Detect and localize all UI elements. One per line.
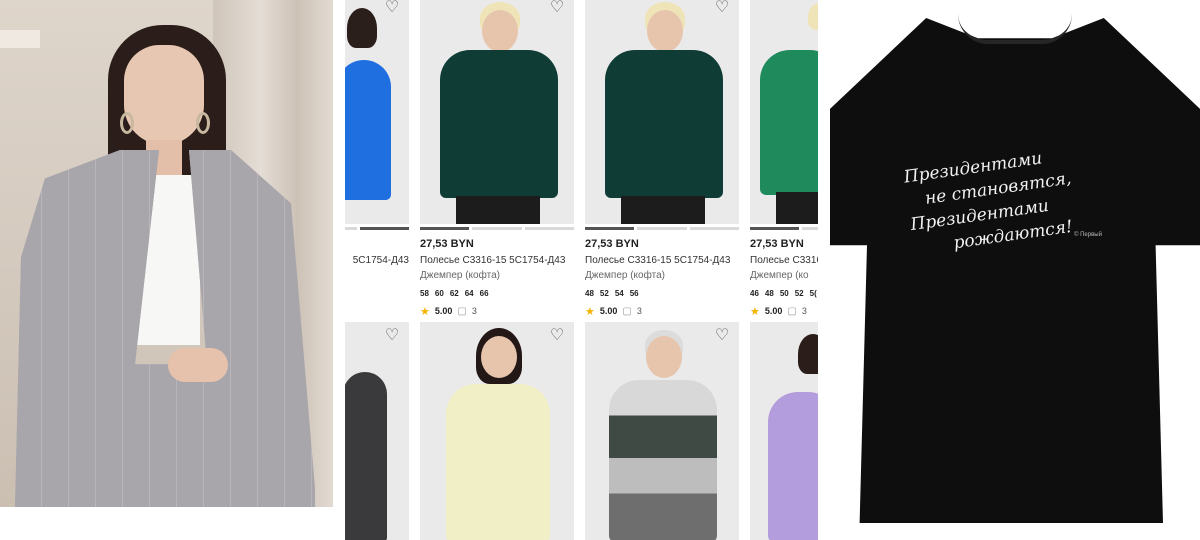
tshirt-photo[interactable]: Президентами не становятся, Президентами… [830,0,1200,540]
size-option: 48 [585,289,594,298]
product-card[interactable]: ♡ 27,53 BYN Полесье С3316-15 5С1754-Д43 … [585,0,739,318]
figure-pants [621,196,705,224]
review-count: 3 [471,306,477,316]
product-card[interactable]: ♡ [585,322,739,540]
figure-sweater [345,60,391,200]
size-list: 46 48 50 52 5( [750,289,818,300]
figure-sweater [446,384,550,540]
earring-left [120,112,134,134]
shelf [0,30,40,48]
heart-outline-icon[interactable]: ♡ [383,0,401,18]
product-card[interactable]: ♡ [345,322,409,540]
product-card[interactable]: ♡ [420,322,574,540]
product-photo[interactable]: ♡ [585,0,739,224]
product-title[interactable]: Полесье С3316 [750,255,818,268]
product-title[interactable]: Полесье С3316-15 5С1754-Д43 [585,255,739,268]
heart-outline-icon[interactable]: ♡ [383,328,401,346]
size-option: 48 [764,289,774,298]
size-option: 62 [449,289,459,298]
black-tshirt [830,18,1200,523]
figure-head [482,10,518,52]
star-icon: ★ [750,305,760,318]
review-count: 3 [636,306,642,316]
heart-outline-icon[interactable]: ♡ [548,328,566,346]
size-list: 58 60 62 64 66 [420,289,574,300]
heart-outline-icon[interactable]: ♡ [548,0,566,18]
product-photo[interactable]: ♡ [345,0,409,224]
earring-right [196,112,210,134]
star-icon: ★ [585,305,595,318]
figure-head [646,336,682,378]
product-photo[interactable] [750,0,818,224]
rating-value: 5.00 [599,306,618,316]
model-face [124,45,204,145]
product-price: 27,53 BYN [585,238,639,250]
brand-mark: © Первый [1074,232,1102,238]
product-card[interactable]: 27,53 BYN Полесье С3316 Джемпер (ко 46 4… [750,0,818,318]
product-price [345,238,409,252]
comment-icon: ▢ [457,305,467,317]
size-option: 50 [779,289,789,298]
rating-value: 5.00 [434,306,453,316]
promo-photo[interactable] [0,0,333,507]
product-price: 27,53 BYN [420,238,474,250]
product-category: Джемпер (кофта) [585,270,665,281]
model-hand [168,348,228,382]
collage: ♡ 5С1754-Д43 ♡ 27,53 BYN Полесье С3316-1… [0,0,1200,540]
figure-pants [456,196,540,224]
product-photo[interactable]: ♡ [420,0,574,224]
figure-dress [345,372,387,540]
heart-outline-icon[interactable]: ♡ [713,0,731,18]
figure-sweater [768,392,818,540]
product-photo[interactable]: ♡ [345,322,409,540]
size-list: 48 52 54 56 [585,289,739,300]
figure-sweater [605,50,723,198]
photo-indicator [420,227,574,230]
figure-sweater [760,50,818,195]
product-category: Джемпер (ко [750,270,809,281]
product-card[interactable]: ♡ 5С1754-Д43 [345,0,409,268]
heart-outline-icon[interactable]: ♡ [713,328,731,346]
product-price: 27,53 BYN [750,238,804,250]
comment-icon: ▢ [787,305,797,317]
size-option: 66 [479,289,489,298]
rating-value: 5.00 [764,306,783,316]
rating-row: ★ 5.00 ▢ 3 [420,304,574,318]
size-option: 58 [420,289,429,298]
figure-head [481,336,517,378]
product-card[interactable]: ♡ 27,53 BYN Полесье С3316-15 5С1754-Д43 … [420,0,574,318]
figure-pants [776,192,818,224]
product-grid: ♡ 5С1754-Д43 ♡ 27,53 BYN Полесье С3316-1… [345,0,818,540]
size-option: 52 [599,289,609,298]
size-option: 60 [434,289,444,298]
comment-icon: ▢ [622,305,632,317]
size-option: 64 [464,289,474,298]
tshirt-collar [958,14,1072,44]
photo-indicator [345,227,409,230]
figure-hair [808,2,818,30]
figure-hair [347,8,377,48]
review-count: 3 [801,306,807,316]
product-photo[interactable] [750,322,818,540]
size-option: 46 [750,289,759,298]
rating-row: ★ 5.00 ▢ 3 [750,304,818,318]
size-option: 56 [629,289,639,298]
rating-row: ★ 5.00 ▢ 3 [585,304,739,318]
product-card[interactable] [750,322,818,540]
product-title[interactable]: 5С1754-Д43 [345,255,409,268]
photo-indicator [585,227,739,230]
size-option: 54 [614,289,624,298]
product-photo[interactable]: ♡ [585,322,739,540]
product-category: Джемпер (кофта) [420,270,500,281]
figure-sweater [440,50,558,198]
product-photo[interactable]: ♡ [420,322,574,540]
star-icon: ★ [420,305,430,318]
size-option: 52 [794,289,804,298]
size-option: 5( [809,289,817,298]
figure-head [647,10,683,52]
figure-hair [798,334,818,374]
photo-indicator [750,227,818,230]
product-title[interactable]: Полесье С3316-15 5С1754-Д43 [420,255,574,268]
figure-cardigan [609,380,717,540]
